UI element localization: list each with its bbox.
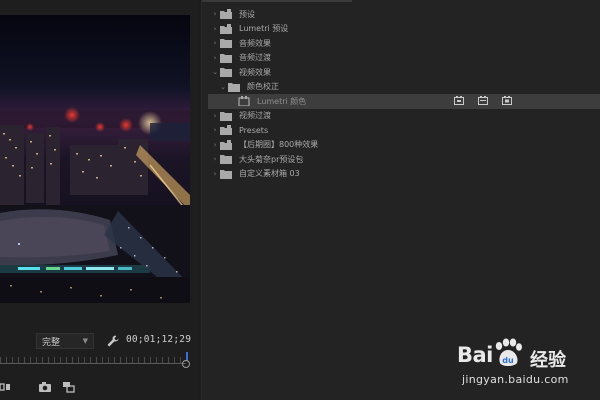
folder-icon xyxy=(220,67,233,78)
tree-item-custom-bin[interactable]: › 自定义素材箱 03 xyxy=(202,167,600,182)
preset-folder-icon xyxy=(220,125,233,136)
tree-item-audio-transitions[interactable]: › 音频过渡 xyxy=(202,51,600,66)
tree-item-label: 【后期圈】800种效果 xyxy=(239,140,319,150)
expand-arrow-icon[interactable]: › xyxy=(210,126,220,134)
preset-folder-icon xyxy=(220,139,233,150)
expand-arrow-icon[interactable]: › xyxy=(210,155,220,163)
insert-icon[interactable] xyxy=(0,378,14,391)
zoom-level-select[interactable]: 完整 ▼ xyxy=(36,333,94,349)
effect-icon xyxy=(238,96,251,107)
zoom-level-value: 完整 xyxy=(42,337,61,348)
collapse-arrow-icon[interactable]: ⌄ xyxy=(218,83,228,91)
accelerated-effect-icon xyxy=(454,96,464,105)
folder-icon xyxy=(228,82,241,92)
program-monitor: 完整 ▼ 00;01;12;29 xyxy=(0,0,198,400)
tree-item-label: 视频效果 xyxy=(239,67,271,77)
timeline-scrubber[interactable] xyxy=(0,352,190,372)
tree-item-label: 音频过渡 xyxy=(239,53,271,63)
tree-item-audio-effects[interactable]: › 音频效果 xyxy=(202,36,600,51)
folder-icon xyxy=(220,38,233,49)
folder-icon xyxy=(220,154,233,165)
tree-item-label: 自定义素材箱 03 xyxy=(239,169,300,179)
tree-item-label: Presets xyxy=(239,125,269,135)
watermark-brand-cn: 经验 xyxy=(530,350,566,371)
tree-item-label: 音频效果 xyxy=(239,38,271,48)
tree-item-label: Lumetri 预设 xyxy=(239,24,289,34)
tree-item-color-correction[interactable]: ⌄ 颜色校正 xyxy=(202,80,600,95)
tree-item-presets[interactable]: › 预设 xyxy=(202,7,600,22)
tree-item-label: 预设 xyxy=(239,9,255,19)
tree-item-label: 视频过渡 xyxy=(239,111,271,121)
video-preview[interactable] xyxy=(0,15,190,303)
collapse-arrow-icon[interactable]: ⌄ xyxy=(210,68,220,76)
preset-folder-icon xyxy=(220,9,233,20)
export-frame-icon[interactable] xyxy=(62,378,76,393)
zoom-handle[interactable] xyxy=(182,360,190,368)
expand-arrow-icon[interactable]: › xyxy=(210,54,220,62)
tree-item-lumetri-presets[interactable]: › Lumetri 预设 xyxy=(202,22,600,37)
32bit-color-icon xyxy=(478,96,488,105)
watermark-brand: Bai xyxy=(457,343,493,367)
paw-logo-icon: du xyxy=(491,338,525,372)
panel-header-strip xyxy=(202,0,352,2)
effect-badges xyxy=(454,96,512,105)
tree-item-presets-en[interactable]: › Presets xyxy=(202,123,600,138)
expand-arrow-icon[interactable]: › xyxy=(210,10,220,18)
expand-arrow-icon[interactable]: › xyxy=(210,39,220,47)
folder-icon xyxy=(220,169,233,179)
tree-item-lumetri-color[interactable]: Lumetri 颜色 xyxy=(208,94,600,109)
camera-icon[interactable] xyxy=(38,378,52,392)
yuv-effect-icon xyxy=(502,96,512,105)
tree-item-800-effects[interactable]: › 【后期圈】800种效果 xyxy=(202,138,600,153)
preset-folder-icon xyxy=(220,23,233,34)
effects-tree: › 预设 › Lumetri 预设 › 音频效果 › 音频过渡 ⌄ 视频效果 ⌄… xyxy=(202,7,600,181)
svg-text:du: du xyxy=(502,356,514,365)
playhead-timecode[interactable]: 00;01;12;29 xyxy=(126,334,191,345)
expand-arrow-icon[interactable]: › xyxy=(210,141,220,149)
folder-icon xyxy=(220,111,233,121)
expand-arrow-icon[interactable]: › xyxy=(210,25,220,33)
folder-icon xyxy=(220,53,233,63)
tree-item-label: 大头菊奈pr预设包 xyxy=(239,154,304,164)
effects-panel: › 预设 › Lumetri 预设 › 音频效果 › 音频过渡 ⌄ 视频效果 ⌄… xyxy=(201,0,600,400)
tree-item-label: Lumetri 颜色 xyxy=(257,96,307,106)
chevron-down-icon: ▼ xyxy=(82,337,88,345)
monitor-controls: 完整 ▼ 00;01;12;29 xyxy=(0,330,198,400)
wrench-icon[interactable] xyxy=(106,333,120,347)
expand-arrow-icon[interactable]: › xyxy=(210,170,220,178)
tree-item-pr-preset-pack[interactable]: › 大头菊奈pr预设包 xyxy=(202,152,600,167)
tree-item-video-transitions[interactable]: › 视频过渡 xyxy=(202,109,600,124)
watermark-url: jingyan.baidu.com xyxy=(462,373,569,386)
tree-item-label: 颜色校正 xyxy=(247,82,279,92)
expand-arrow-icon[interactable]: › xyxy=(210,112,220,120)
tree-item-video-effects[interactable]: ⌄ 视频效果 xyxy=(202,65,600,80)
scrubber-track xyxy=(0,363,186,364)
